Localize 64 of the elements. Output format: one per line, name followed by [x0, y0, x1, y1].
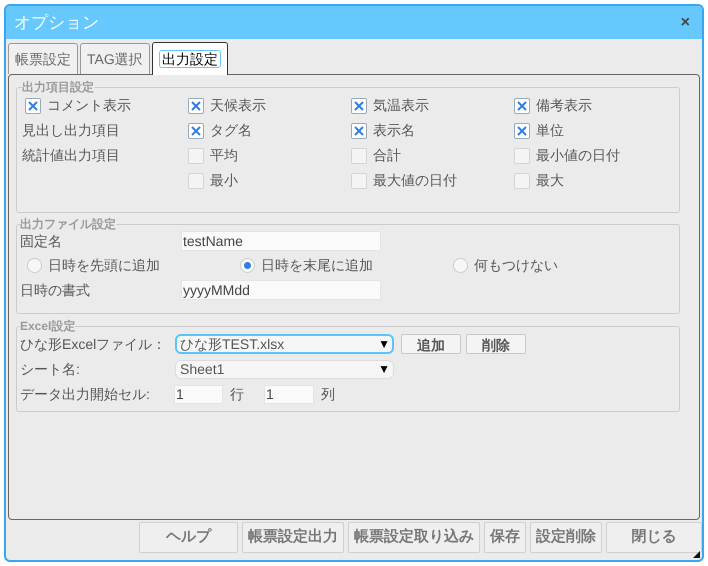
- row-label: 見出し出力項目: [22, 121, 120, 140]
- checkbox[interactable]: [188, 98, 204, 114]
- checkbox-label: 最大: [536, 171, 564, 190]
- tab[interactable]: 出力設定: [152, 42, 228, 75]
- checkbox[interactable]: [514, 172, 530, 188]
- checkbox[interactable]: [351, 122, 367, 138]
- checkbox-label: 合計: [373, 146, 401, 165]
- tab[interactable]: 帳票設定: [8, 43, 78, 74]
- radio-button[interactable]: [240, 258, 255, 273]
- checkbox[interactable]: [514, 98, 530, 114]
- checkbox[interactable]: [25, 98, 41, 114]
- field-label: 固定名: [20, 232, 63, 250]
- window-title: オプション: [14, 12, 99, 34]
- footer-button[interactable]: 設定削除: [530, 522, 602, 553]
- checkbox[interactable]: [351, 172, 367, 188]
- checkbox[interactable]: [188, 172, 204, 188]
- fixed-name-field[interactable]: testName: [181, 231, 381, 251]
- checkbox-label: コメント表示: [47, 96, 131, 115]
- field-label: ひな形Excelファイル：: [20, 334, 168, 354]
- field-label: データ出力開始セル:: [20, 384, 151, 404]
- tab[interactable]: TAG選択: [80, 43, 150, 74]
- group-title: 出力ファイル設定: [20, 218, 116, 230]
- checkbox-label: 気温表示: [373, 96, 429, 115]
- checkbox-label: 備考表示: [536, 96, 592, 115]
- footer-button[interactable]: 帳票設定取り込み: [348, 522, 480, 553]
- field-label: 日時の書式: [20, 280, 91, 300]
- footer-button[interactable]: 帳票設定出力: [242, 522, 344, 553]
- column-field[interactable]: 1: [264, 384, 314, 404]
- unit-label: 列: [321, 384, 335, 404]
- checkbox[interactable]: [514, 122, 530, 138]
- unit-label: 行: [230, 384, 245, 404]
- checkbox-label: 天候表示: [210, 96, 266, 115]
- radio-label: 日時を末尾に追加: [261, 256, 373, 275]
- date-format-field[interactable]: yyyyMMdd: [181, 280, 381, 300]
- checkbox-label: 単位: [536, 121, 564, 140]
- checkbox[interactable]: [188, 148, 204, 164]
- checkbox-label: 最小値の日付: [536, 146, 620, 165]
- group-title: 出力項目設定: [22, 81, 94, 93]
- group-title: Excel設定: [20, 320, 76, 332]
- row-field[interactable]: 1: [174, 384, 223, 404]
- template-dropdown[interactable]: ひな形TEST.xlsx ▼: [175, 334, 394, 354]
- checkbox[interactable]: [351, 148, 367, 164]
- sheet-dropdown[interactable]: Sheet1 ▼: [175, 360, 394, 378]
- resize-grip-icon: [693, 551, 700, 558]
- footer-button[interactable]: 保存: [484, 522, 526, 553]
- checkbox-label: 平均: [210, 146, 238, 165]
- field-label: シート名:: [20, 360, 81, 378]
- radio-button[interactable]: [453, 258, 468, 273]
- checkbox[interactable]: [351, 98, 367, 114]
- checkbox-label: タグ名: [210, 121, 252, 140]
- checkbox-label: 表示名: [373, 121, 415, 140]
- radio-button[interactable]: [27, 258, 42, 273]
- footer-button[interactable]: 閉じる: [606, 522, 702, 553]
- add-button[interactable]: 追加: [401, 334, 461, 354]
- close-button[interactable]: ×: [680, 10, 690, 34]
- checkbox-label: 最大値の日付: [373, 171, 457, 190]
- checkbox[interactable]: [188, 122, 204, 138]
- footer-button[interactable]: ヘルプ: [139, 522, 238, 553]
- delete-button[interactable]: 削除: [466, 334, 526, 354]
- checkbox[interactable]: [514, 148, 530, 164]
- radio-label: 日時を先頭に追加: [48, 256, 160, 275]
- radio-label: 何もつけない: [474, 256, 558, 275]
- checkbox-label: 最小: [210, 171, 238, 190]
- row-label: 統計値出力項目: [22, 146, 120, 165]
